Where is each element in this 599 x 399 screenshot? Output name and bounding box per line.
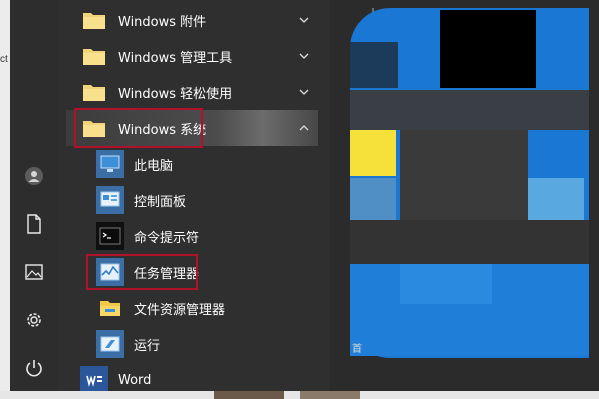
- tile-dark: [350, 42, 398, 88]
- computer-icon: [96, 150, 124, 178]
- list-item-this-pc[interactable]: 此电脑: [66, 146, 318, 182]
- tile-gap-row: [350, 90, 589, 130]
- folder-icon: [80, 6, 108, 34]
- list-item-command-prompt[interactable]: 命令提示符: [66, 218, 318, 254]
- settings-gear-icon[interactable]: [22, 308, 46, 332]
- tile-area: [340, 0, 599, 391]
- folder-icon: [80, 42, 108, 70]
- chevron-down-icon: [298, 89, 310, 95]
- start-menu: Windows 附件 Windows 管理工具 Windows 轻松使用 Win…: [10, 0, 599, 394]
- command-prompt-icon: [96, 222, 124, 250]
- file-explorer-icon: [96, 294, 124, 322]
- chevron-down-icon: [298, 17, 310, 23]
- documents-icon[interactable]: [22, 212, 46, 236]
- tile-large-highlight: [400, 264, 492, 304]
- list-item-label: Windows 轻松使用: [118, 86, 233, 102]
- app-list: Windows 附件 Windows 管理工具 Windows 轻松使用 Win…: [58, 0, 374, 394]
- list-item-run[interactable]: 运行: [66, 326, 318, 362]
- list-item-windows-accessories[interactable]: Windows 附件: [66, 2, 318, 38]
- tile-light-blue: [350, 178, 396, 220]
- list-item-label: 运行: [134, 338, 161, 354]
- background-text-fragment: ct: [0, 54, 8, 65]
- list-item-label: 此电脑: [134, 158, 174, 174]
- chevron-down-icon: [298, 53, 310, 59]
- list-item-file-explorer[interactable]: 文件资源管理器: [66, 290, 318, 326]
- word-icon: [80, 366, 108, 394]
- tile-gap-row-2: [350, 220, 589, 264]
- list-item-windows-admin-tools[interactable]: Windows 管理工具: [66, 38, 318, 74]
- list-item-windows-ease-of-access[interactable]: Windows 轻松使用: [66, 74, 318, 110]
- taskbar-thumbnail: [300, 391, 360, 399]
- highlight-windows-system: [74, 108, 203, 148]
- list-item-label: Word: [118, 372, 152, 388]
- highlight-task-manager: [86, 254, 198, 290]
- list-item-label: 命令提示符: [134, 230, 200, 246]
- control-panel-icon: [96, 186, 124, 214]
- start-left-strip: [10, 0, 58, 391]
- list-item-label: Windows 管理工具: [118, 50, 233, 66]
- list-item-label: 文件资源管理器: [134, 302, 226, 318]
- tile-light-blue-2: [528, 178, 584, 220]
- folder-icon: [80, 78, 108, 106]
- chevron-up-icon: [298, 125, 310, 131]
- user-avatar-icon[interactable]: [22, 164, 46, 188]
- tile-black: [440, 10, 536, 88]
- power-icon[interactable]: [22, 356, 46, 380]
- list-item-label: 控制面板: [134, 194, 187, 210]
- tile-caption: 首: [352, 344, 362, 355]
- taskbar-thumbnail: [214, 391, 284, 399]
- tile-gray: [400, 130, 528, 220]
- run-icon: [96, 330, 124, 358]
- tile-yellow: [350, 130, 396, 176]
- list-item-label: Windows 附件: [118, 14, 207, 30]
- pictures-icon[interactable]: [22, 260, 46, 284]
- list-item-control-panel[interactable]: 控制面板: [66, 182, 318, 218]
